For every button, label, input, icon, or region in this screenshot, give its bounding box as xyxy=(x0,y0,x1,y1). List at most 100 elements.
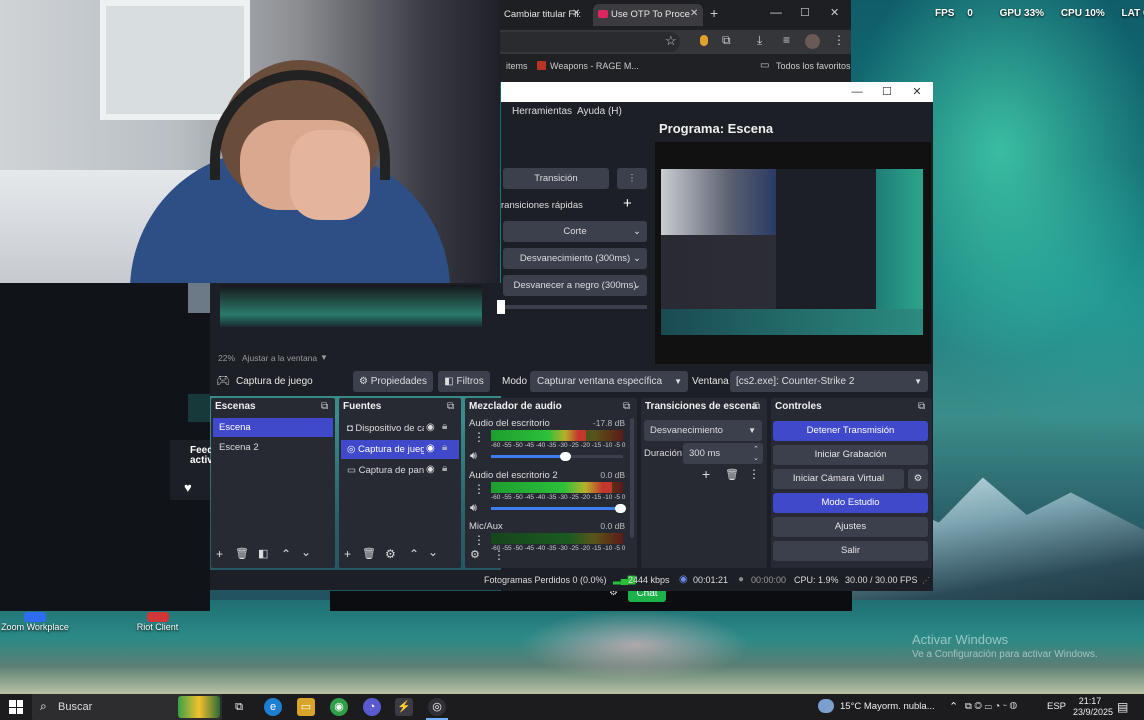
transition-type-select[interactable]: Desvanecimiento ▼ xyxy=(644,420,762,441)
edge-icon[interactable]: e xyxy=(264,698,282,716)
app-icon[interactable]: ⚡ xyxy=(395,698,413,716)
transition-button[interactable]: Transición xyxy=(503,168,609,189)
minimize-icon[interactable]: — xyxy=(770,5,782,19)
volume-slider-handle[interactable] xyxy=(615,504,626,513)
desktop-icon-riot[interactable]: Riot Client xyxy=(130,612,185,632)
gear-icon[interactable]: ⚙ xyxy=(385,547,396,561)
lock-icon[interactable]: 🔒︎ xyxy=(442,421,448,432)
eye-icon[interactable]: ◉ xyxy=(424,464,437,475)
more-menu-icon[interactable]: ⋮ xyxy=(833,33,845,47)
eye-icon[interactable]: ◉ xyxy=(424,443,437,454)
lock-icon[interactable]: 🔒︎ xyxy=(442,442,448,453)
speaker-icon[interactable]: 🔊︎ xyxy=(470,450,477,463)
close-icon[interactable]: ✕ xyxy=(572,8,580,19)
puzzle-icon[interactable]: ⧉ xyxy=(722,33,731,48)
add-icon[interactable]: + xyxy=(216,547,223,561)
start-recording-button[interactable]: Iniciar Grabación xyxy=(773,445,928,465)
media-icon[interactable]: ≡ xyxy=(783,33,790,47)
chevron-down-icon[interactable]: ⌄ xyxy=(428,545,438,559)
windows-start-icon[interactable] xyxy=(9,700,23,714)
extension-icon[interactable] xyxy=(700,35,708,46)
bookmark-weapons[interactable]: Weapons - RAGE M... xyxy=(550,61,639,71)
clock[interactable]: 21:17 23/9/2025 xyxy=(1073,696,1113,718)
more-menu-icon[interactable]: ⋮ xyxy=(473,430,485,444)
obs-icon[interactable]: ◎ xyxy=(428,698,446,716)
trash-icon[interactable]: 🗑︎ xyxy=(235,547,249,560)
more-menu-icon[interactable]: ⋮ xyxy=(473,482,485,496)
chrome-icon[interactable]: ◉ xyxy=(330,698,348,716)
preview-fit[interactable]: Ajustar a la ventana xyxy=(242,353,317,363)
window-select[interactable]: [cs2.exe]: Counter-Strike 2 ▼ xyxy=(730,371,928,392)
add-icon[interactable]: + xyxy=(344,547,351,561)
quick-transition-cut[interactable]: Corte ⌄ xyxy=(503,221,647,242)
chevron-down-icon[interactable]: ▼ xyxy=(320,353,328,362)
chevron-up-icon[interactable]: ⌃ xyxy=(949,694,958,720)
scene-item-escena-2[interactable]: Escena 2 xyxy=(213,438,333,457)
new-tab-icon[interactable]: + xyxy=(710,5,718,21)
add-icon[interactable]: + xyxy=(623,195,632,212)
eye-icon[interactable]: ◉ xyxy=(424,422,437,433)
filter-icon[interactable]: ◧ xyxy=(258,547,268,560)
file-explorer-icon[interactable]: ▭ xyxy=(297,698,315,716)
transition-slider-handle[interactable] xyxy=(497,300,505,314)
close-window-icon[interactable]: ✕ xyxy=(902,82,932,102)
bookmark-all[interactable]: Todos los favoritos xyxy=(776,61,851,71)
trash-icon[interactable]: 🗑︎ xyxy=(362,547,376,560)
more-menu-icon[interactable]: ⋮ xyxy=(473,533,485,547)
gear-icon[interactable]: ⚙ xyxy=(908,469,928,489)
transition-slider[interactable] xyxy=(501,305,647,309)
settings-button[interactable]: Ajustes xyxy=(773,517,928,537)
mixer-scrollbar[interactable] xyxy=(630,418,634,538)
close-window-icon[interactable]: ✕ xyxy=(830,6,839,19)
add-icon[interactable]: + xyxy=(702,466,710,482)
stop-stream-button[interactable]: Detener Transmisión xyxy=(773,421,928,441)
volume-slider-fill xyxy=(491,455,568,458)
lock-icon[interactable]: 🔒︎ xyxy=(442,463,448,474)
quick-transition-fade-black[interactable]: Desvanecer a negro (300ms) ⌄ xyxy=(503,275,647,296)
dock-undock-icon[interactable]: ⧉ xyxy=(447,401,454,412)
dock-undock-icon[interactable]: ⧉ xyxy=(918,401,925,412)
dock-undock-icon[interactable]: ⧉ xyxy=(623,401,630,412)
discord-icon[interactable]: ◔ xyxy=(363,698,381,716)
scene-item-escena[interactable]: Escena xyxy=(213,418,333,437)
start-virtual-camera-button[interactable]: Iniciar Cámara Virtual xyxy=(773,469,904,489)
mode-select[interactable]: Capturar ventana específica ▼ xyxy=(530,371,688,392)
exit-button[interactable]: Salir xyxy=(773,541,928,561)
minimize-icon[interactable]: — xyxy=(842,82,872,102)
dock-undock-icon[interactable]: ⧉ xyxy=(321,401,328,412)
resize-grip-icon[interactable]: ⋰ xyxy=(922,576,930,585)
more-menu-icon[interactable]: ⋮ xyxy=(748,467,760,481)
trash-icon[interactable]: 🗑︎ xyxy=(725,468,739,481)
speaker-icon[interactable]: 🔊︎ xyxy=(470,502,477,515)
language-indicator[interactable]: ESP xyxy=(1047,694,1066,720)
chevron-down-icon[interactable]: ⌄ xyxy=(301,545,311,559)
weather-text[interactable]: 15°C Mayorm. nubla... xyxy=(840,694,935,720)
address-input[interactable] xyxy=(500,32,680,52)
properties-button[interactable]: ⚙ Propiedades xyxy=(353,371,433,392)
profile-avatar[interactable] xyxy=(805,34,820,49)
bookmark-items[interactable]: items xyxy=(506,61,528,71)
duration-spinbox[interactable]: 300 ms ⌃ ⌄ xyxy=(683,443,763,464)
studio-mode-button[interactable]: Modo Estudio xyxy=(773,493,928,513)
close-icon[interactable]: ✕ xyxy=(690,8,698,19)
tray-icons[interactable]: ⧉ ◎ ▭ ◔ ⌁ ◍ xyxy=(965,694,1017,720)
filters-button[interactable]: ◧ Filtros xyxy=(438,371,490,392)
task-view-icon[interactable]: ⧉ xyxy=(230,698,248,716)
more-menu-icon[interactable]: ⋮ xyxy=(617,168,647,189)
quick-transition-fade[interactable]: Desvanecimiento (300ms) ⌄ xyxy=(503,248,647,269)
star-icon[interactable]: ☆ xyxy=(665,33,677,49)
menu-herramientas[interactable]: Herramientas xyxy=(512,106,572,117)
desktop-icon-zoom[interactable]: Zoom Workplace xyxy=(0,612,70,632)
maximize-icon[interactable]: ☐ xyxy=(800,6,810,19)
menu-ayuda[interactable]: Ayuda (H) xyxy=(577,106,622,117)
dock-undock-icon[interactable]: ⧉ xyxy=(753,401,760,412)
maximize-icon[interactable]: ☐ xyxy=(872,82,902,102)
chevron-up-icon[interactable]: ⌃ xyxy=(281,547,291,561)
notification-icon[interactable]: ▤ xyxy=(1117,694,1128,720)
desktop-icon-riot-label: Riot Client xyxy=(136,622,179,632)
download-icon[interactable]: ⤓ xyxy=(757,33,762,48)
gear-icon[interactable]: ⚙ xyxy=(470,548,480,561)
browser-tab-active[interactable]: Use OTP To Proce xyxy=(593,4,703,26)
chevron-up-icon[interactable]: ⌃ xyxy=(409,547,419,561)
volume-slider-handle[interactable] xyxy=(559,452,571,461)
